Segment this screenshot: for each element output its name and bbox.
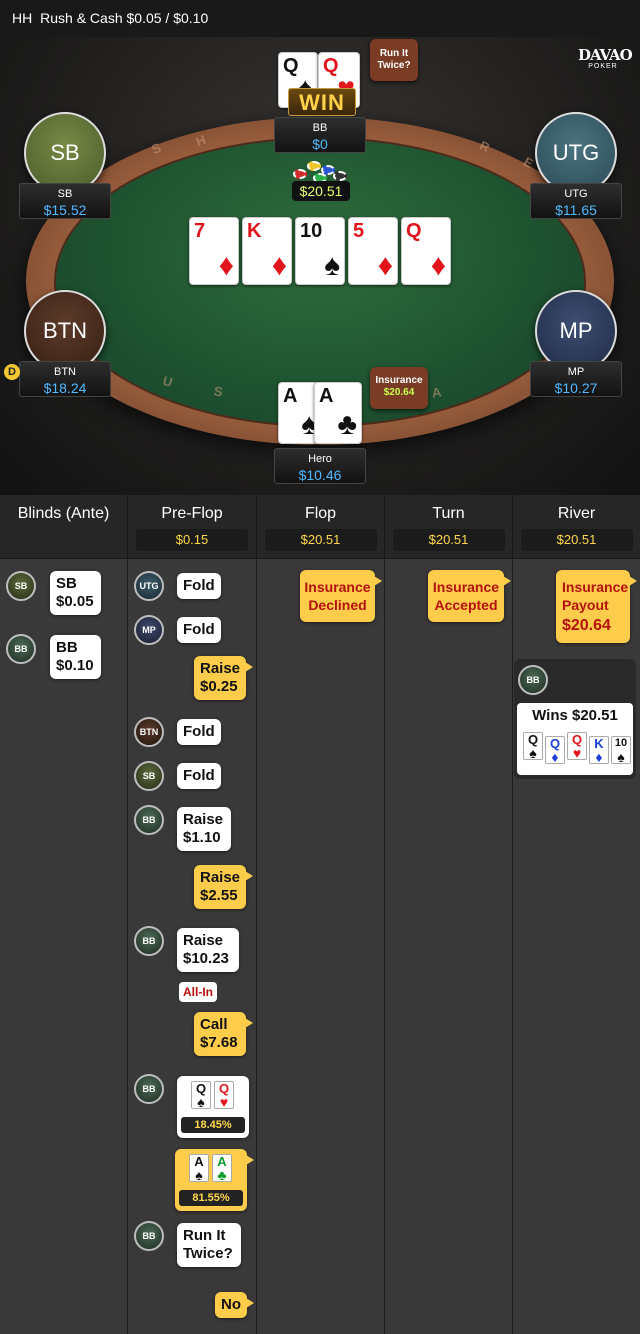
run-it-twice-bubble: Run It Twice?: [370, 39, 418, 81]
seat-btn-plate: BTN $18.24: [19, 361, 111, 397]
player-avatar-bb[interactable]: BB: [134, 1221, 164, 1251]
hero-action-bubble: No: [215, 1292, 254, 1318]
dealer-button-icon: D: [4, 364, 20, 380]
seat-mp[interactable]: MP: [535, 290, 617, 372]
column-header: Blinds (Ante): [0, 495, 127, 559]
player-avatar-utg[interactable]: UTG: [134, 571, 164, 601]
equity-value: 18.45%: [181, 1117, 245, 1133]
action-bubble: Fold: [177, 719, 221, 745]
win-badge: WIN: [288, 88, 356, 116]
winner-summary: Wins $20.51 Q ♠ Q ♦ Q ♥ K ♦ 10 ♠: [517, 703, 633, 775]
player-avatar-mp[interactable]: MP: [134, 615, 164, 645]
insurance-declined-bubble: Insurance Declined: [300, 570, 382, 622]
insurance-bubble: Insurance $20.64: [370, 367, 428, 409]
winning-card: Q ♥: [567, 732, 587, 760]
winning-card: K ♦: [589, 736, 609, 764]
column-pot: $20.51: [264, 529, 377, 551]
winner-panel: BB Wins $20.51 Q ♠ Q ♦ Q ♥ K ♦ 10 ♠: [514, 659, 636, 779]
hero-action-bubble: Call $7.68: [194, 1012, 253, 1056]
seat-sb-plate: SB $15.52: [19, 183, 111, 219]
seat-stack: $0: [312, 136, 328, 152]
column-pot: $20.51: [392, 529, 505, 551]
column-pot: $0.15: [136, 529, 248, 551]
rail-letter: S: [212, 383, 224, 400]
shown-card: A ♣: [212, 1154, 232, 1182]
player-avatar-btn[interactable]: BTN: [134, 717, 164, 747]
column-header: Turn $20.51: [385, 495, 512, 559]
seat-utg[interactable]: UTG: [535, 112, 617, 194]
insurance-payout-bubble: Insurance Payout $20.64: [556, 570, 637, 643]
player-avatar-bb[interactable]: BB: [134, 805, 164, 835]
seat-name: BTN: [54, 366, 76, 378]
davao-poker-logo: DAVAO POKER: [578, 46, 633, 70]
winning-card: Q ♦: [545, 736, 565, 764]
board-card: 10 ♠: [295, 217, 345, 285]
action-bubble: Raise $1.10: [177, 807, 231, 851]
seat-name: UTG: [564, 188, 588, 200]
blind-post-bubble: BB $0.10: [50, 635, 101, 679]
seat-stack: $10.46: [298, 467, 342, 483]
winning-card: Q ♠: [523, 732, 543, 760]
seat-stack: $18.24: [43, 380, 87, 396]
board-card: Q ♦: [401, 217, 451, 285]
hand-history-panel: Blinds (Ante) Pre-Flop $0.15 Flop $20.51 T…: [0, 495, 640, 1334]
board-card: K ♦: [242, 217, 292, 285]
player-avatar-bb[interactable]: BB: [134, 1074, 164, 1104]
seat-utg-plate: UTG $11.65: [530, 183, 622, 219]
seat-hero-plate: Hero $10.46: [274, 448, 366, 484]
hero-action-bubble: Raise $0.25: [194, 656, 253, 700]
column-pot: $20.51: [520, 529, 633, 551]
pot-chips-icon: [291, 155, 351, 183]
showdown-bubble: Q ♠ Q ♥ 18.45%: [177, 1076, 249, 1138]
hero-hole-card: A ♣: [314, 382, 362, 444]
seat-stack: $15.52: [43, 202, 87, 218]
poker-table-view: DAVAO POKER H S R E U S A SB SB $15.52 U…: [0, 37, 640, 495]
action-bubble: Fold: [177, 763, 221, 789]
seat-bb-plate: BB $0: [274, 117, 366, 153]
action-bubble: Raise $10.23: [177, 928, 239, 972]
all-in-badge: All-In: [179, 982, 217, 1002]
seat-stack: $10.27: [554, 380, 598, 396]
winning-card: 10 ♠: [611, 736, 631, 764]
column-header: Pre-Flop $0.15: [128, 495, 256, 559]
player-avatar-bb[interactable]: BB: [518, 665, 548, 695]
column-header: River $20.51: [513, 495, 640, 559]
seat-name: Hero: [308, 453, 332, 465]
seat-name: MP: [567, 366, 585, 378]
seat-name: BB: [312, 122, 328, 134]
board-card: 5 ♦: [348, 217, 398, 285]
action-bubble: Run It Twice?: [177, 1223, 241, 1267]
player-avatar-bb[interactable]: BB: [134, 926, 164, 956]
shown-card: Q ♥: [214, 1081, 234, 1109]
hand-history-label: HH: [12, 10, 33, 26]
insurance-accepted-bubble: Insurance Accepted: [428, 570, 511, 622]
seat-btn[interactable]: BTN: [24, 290, 106, 372]
column-header: Flop $20.51: [257, 495, 384, 559]
hero-action-bubble: Raise $2.55: [194, 865, 253, 909]
blind-post-bubble: SB $0.05: [50, 571, 101, 615]
top-bar: HH Rush & Cash $0.05 / $0.10: [0, 0, 640, 37]
seat-stack: $11.65: [555, 202, 597, 218]
action-bubble: Fold: [177, 617, 221, 643]
shown-card: A ♠: [189, 1154, 209, 1182]
blinds-column: Blinds (Ante): [0, 495, 128, 1334]
rail-letter: A: [431, 384, 443, 401]
seat-sb[interactable]: SB: [24, 112, 106, 194]
shown-card: Q ♠: [191, 1081, 211, 1109]
board-card: 7 ♦: [189, 217, 239, 285]
equity-value: 81.55%: [179, 1190, 243, 1206]
seat-mp-plate: MP $10.27: [530, 361, 622, 397]
game-title: Rush & Cash $0.05 / $0.10: [40, 10, 209, 26]
hero-showdown-bubble: A ♠ A ♣ 81.55%: [175, 1149, 254, 1211]
wins-amount: Wins $20.51: [532, 707, 618, 724]
player-avatar-sb[interactable]: SB: [6, 571, 36, 601]
player-avatar-bb[interactable]: BB: [6, 634, 36, 664]
pot-amount: $20.51: [292, 181, 350, 201]
action-bubble: Fold: [177, 573, 221, 599]
player-avatar-sb[interactable]: SB: [134, 761, 164, 791]
seat-name: SB: [57, 188, 73, 200]
